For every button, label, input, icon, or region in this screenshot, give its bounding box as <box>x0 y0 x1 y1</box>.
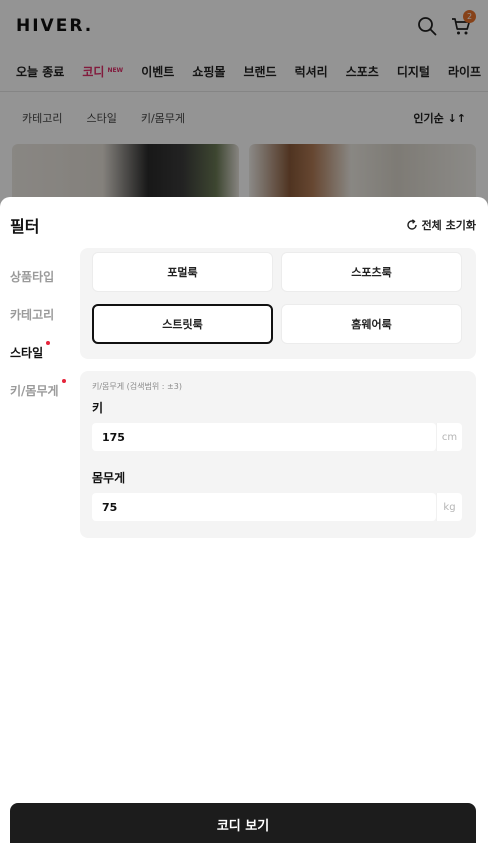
sidebar-item-style[interactable]: 스타일 <box>10 333 76 371</box>
height-unit: cm <box>436 423 462 451</box>
style-option-homewear[interactable]: 홈웨어룩 <box>281 304 462 344</box>
style-options-panel: 포멀룩 스포츠룩 스트릿룩 홈웨어룩 <box>80 248 476 359</box>
search-range-note: 키/몸무게 (검색범위 : ±3) <box>92 382 182 391</box>
refresh-icon <box>406 219 417 230</box>
sidebar-item-body-size[interactable]: 키/몸무게 <box>10 371 76 409</box>
active-dot <box>62 379 66 383</box>
filter-sidebar: 상품타입 카테고리 스타일 키/몸무게 <box>10 257 76 409</box>
weight-input[interactable]: 75 <box>92 493 436 521</box>
style-option-sports[interactable]: 스포츠룩 <box>281 252 462 292</box>
style-option-street[interactable]: 스트릿룩 <box>92 304 273 344</box>
sidebar-item-product-type[interactable]: 상품타입 <box>10 257 76 295</box>
view-codi-button[interactable]: 코디 보기 <box>10 803 476 843</box>
weight-unit: kg <box>436 493 462 521</box>
reset-all-button[interactable]: 전체 초기화 <box>406 217 476 233</box>
sidebar-item-category[interactable]: 카테고리 <box>10 295 76 333</box>
style-option-formal[interactable]: 포멀룩 <box>92 252 273 292</box>
active-dot <box>46 341 50 345</box>
filter-header: 필터 전체 초기화 <box>0 197 488 253</box>
filter-title: 필터 <box>10 217 40 236</box>
reset-all-label: 전체 초기화 <box>421 219 476 232</box>
height-label: 키 <box>92 401 104 415</box>
weight-label: 몸무게 <box>92 471 126 485</box>
body-size-panel: 키/몸무게 (검색범위 : ±3) 키 175 cm 몸무게 75 kg <box>80 371 476 538</box>
filter-sheet: 필터 전체 초기화 상품타입 카테고리 스타일 키/몸무게 포멀룩 스포츠룩 스… <box>0 197 488 843</box>
height-input[interactable]: 175 <box>92 423 436 451</box>
